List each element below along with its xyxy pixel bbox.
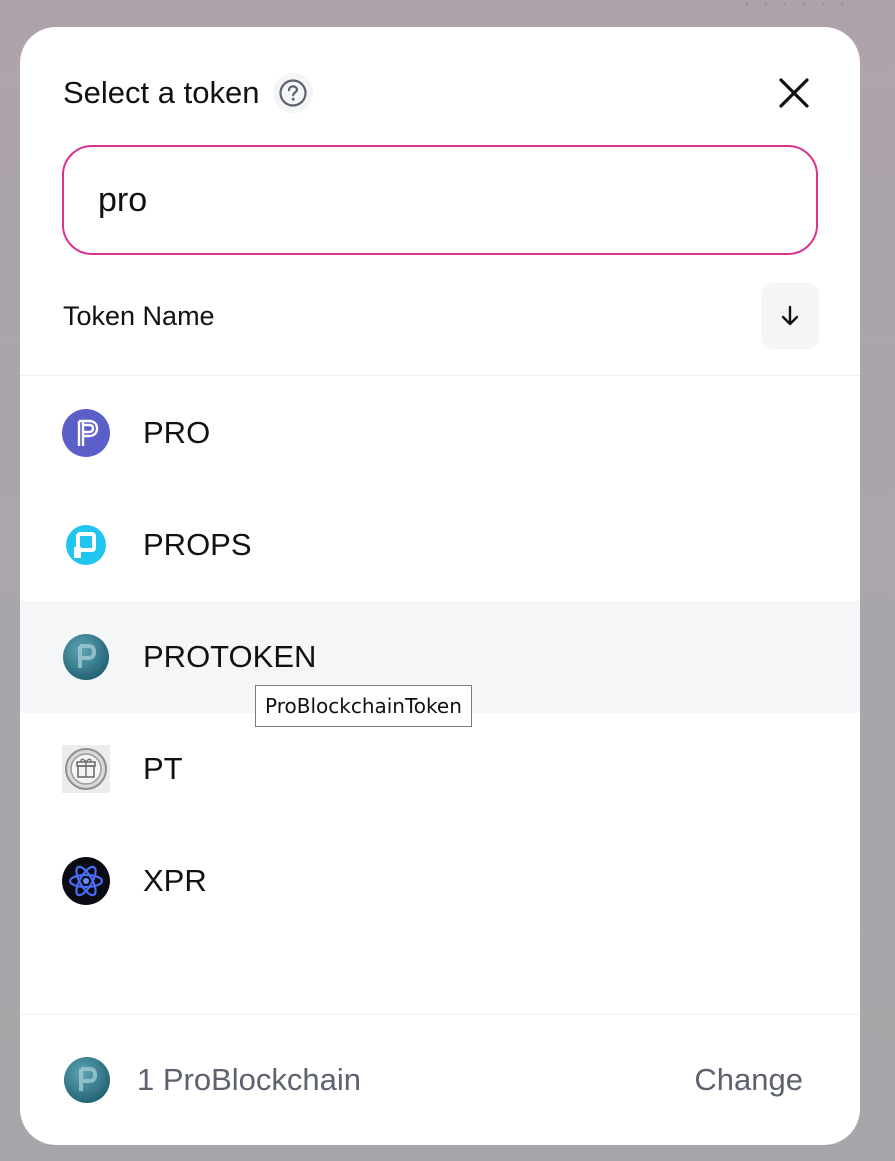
column-title-token-name: Token Name — [63, 300, 215, 331]
token-symbol: PROTOKEN — [143, 639, 317, 674]
selected-token: 1 ProBlockchain — [63, 1056, 361, 1104]
token-symbol: PROPS — [143, 527, 252, 562]
pro-logo-icon — [62, 409, 110, 457]
token-symbol: PT — [143, 751, 183, 786]
token-row-props[interactable]: PROPS — [20, 489, 860, 601]
token-row-pro[interactable]: PRO — [20, 377, 860, 489]
pt-gift-logo-icon — [62, 745, 110, 793]
xpr-atom-logo-icon — [62, 857, 110, 905]
token-list: PRO PROPS PROTOKEN PT XPR — [20, 377, 860, 937]
close-button[interactable] — [772, 71, 816, 115]
search-field[interactable] — [62, 145, 818, 255]
protoken-logo-icon — [63, 1056, 111, 1104]
question-circle-icon[interactable] — [273, 73, 314, 113]
selected-token-footer: 1 ProBlockchain Change — [63, 1055, 803, 1105]
sort-button[interactable] — [761, 283, 819, 349]
token-row-xpr[interactable]: XPR — [20, 825, 860, 937]
change-button[interactable]: Change — [694, 1062, 803, 1098]
token-symbol: PRO — [143, 415, 211, 450]
props-logo-icon — [62, 521, 110, 569]
selected-token-amount: 1 ProBlockchain — [137, 1062, 362, 1097]
token-row-pt[interactable]: PT — [20, 713, 860, 825]
token-name-tooltip: ProBlockchainToken — [255, 685, 472, 727]
list-header: Token Name — [63, 283, 819, 349]
search-input[interactable] — [96, 179, 780, 221]
modal-header: Select a token — [63, 73, 314, 113]
close-x-icon — [779, 78, 809, 108]
background-page-text: · · · · · · — [742, 0, 848, 17]
divider — [20, 1014, 860, 1015]
protoken-logo-icon — [62, 633, 110, 681]
modal-title: Select a token — [63, 75, 260, 110]
arrow-down-icon — [781, 305, 799, 326]
token-select-modal: Select a token Token Name — [20, 27, 860, 1145]
divider — [20, 375, 860, 376]
token-symbol: XPR — [143, 863, 207, 898]
